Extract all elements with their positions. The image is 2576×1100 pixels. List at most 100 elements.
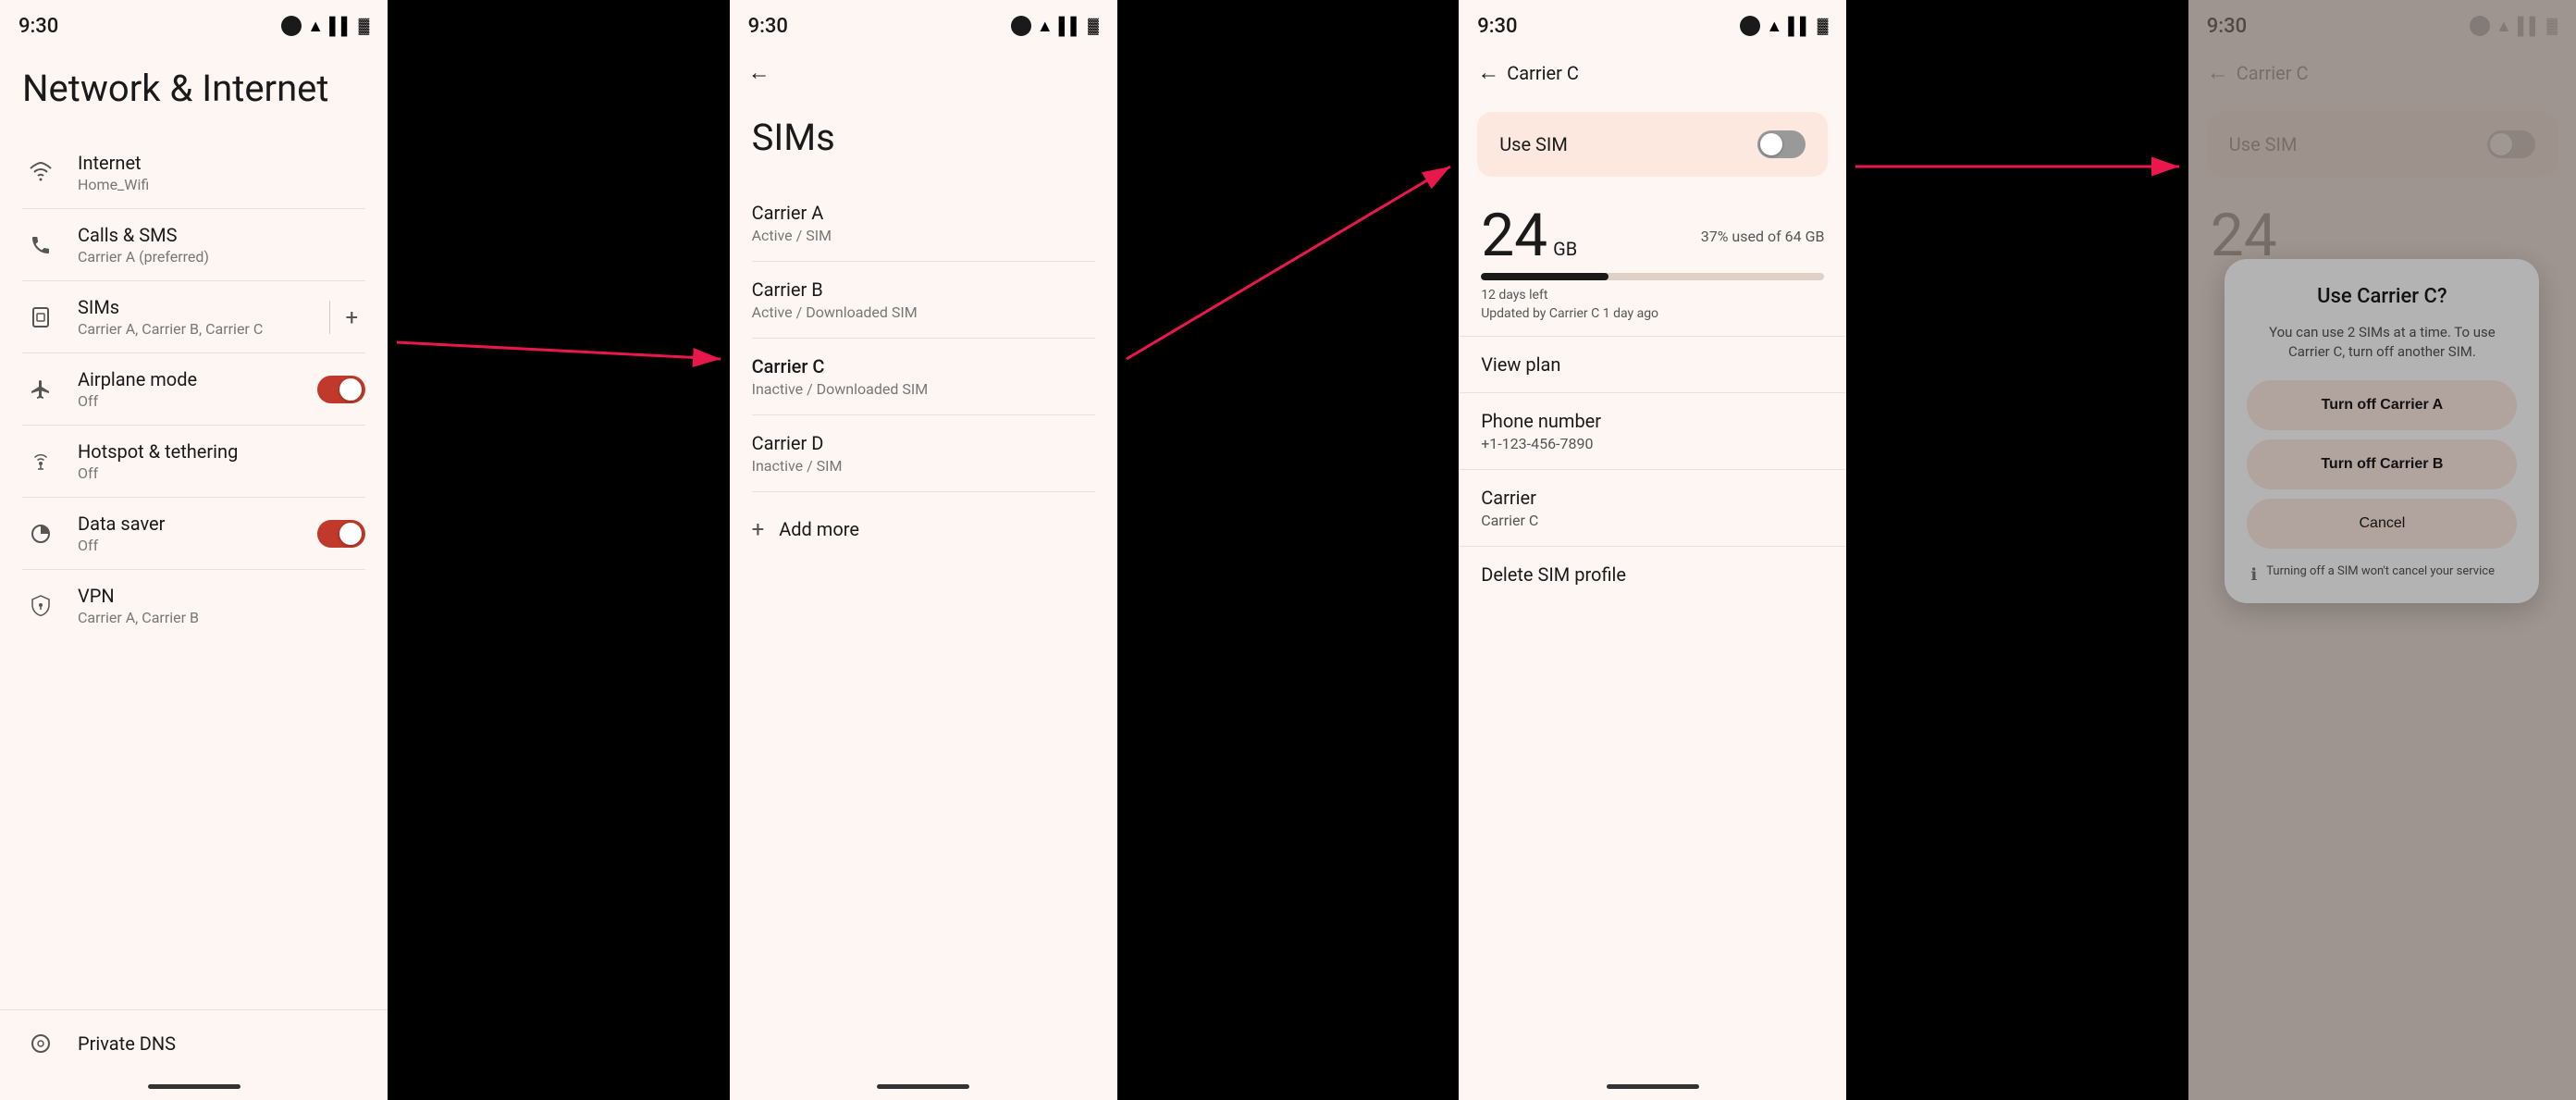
add-more-label: Add more: [779, 518, 859, 540]
data-updated: Updated by Carrier C 1 day ago: [1481, 306, 1824, 321]
view-plan-label: View plan: [1481, 353, 1824, 376]
airplane-toggle-knob: [339, 378, 362, 401]
add-sim-icon[interactable]: +: [338, 303, 365, 331]
battery-icon-1: ▓: [359, 17, 370, 35]
sims-label: SIMs: [78, 296, 311, 318]
camera-dot-3: [1740, 16, 1760, 36]
vertical-divider: [329, 301, 330, 334]
wifi-icon: [22, 154, 59, 192]
cancel-button[interactable]: Cancel: [2247, 499, 2517, 549]
sim-icon: [22, 299, 59, 336]
carrier-a-name: Carrier A: [752, 202, 1095, 224]
carrier-b-item[interactable]: Carrier B Active / Downloaded SIM: [730, 262, 1117, 338]
back-arrow-2: ←: [748, 59, 770, 86]
add-more-item[interactable]: + Add more: [730, 500, 1117, 559]
time-2: 9:30: [748, 15, 788, 38]
internet-item[interactable]: Internet Home_Wifi: [0, 137, 388, 208]
carrier-value: Carrier C: [1481, 512, 1824, 529]
turn-off-carrier-b-button[interactable]: Turn off Carrier B: [2247, 439, 2517, 489]
vpn-label: VPN: [78, 585, 365, 607]
data-usage-section: 24 GB 37% used of 64 GB 12 days left Upd…: [1459, 192, 1846, 336]
carrier-d-name: Carrier D: [752, 432, 1095, 454]
spacer-1: [388, 0, 729, 1100]
turn-off-carrier-a-button[interactable]: Turn off Carrier A: [2247, 380, 2517, 430]
panel-carrier-c-dialog: 9:30 ▲ ▌▌ ▓ ← Carrier C Use SIM 24 Use C…: [2188, 0, 2576, 1100]
datasaver-label: Data saver: [78, 513, 299, 535]
panel-network-internet: 9:30 ▲ ▌▌ ▓ Network & Internet Internet: [0, 0, 388, 1100]
signal-icon-3: ▌▌: [1788, 17, 1812, 36]
airplane-item[interactable]: Airplane mode Off: [0, 353, 388, 425]
hotspot-text: Hotspot & tethering Off: [78, 440, 365, 482]
status-icons-2: ▲ ▌▌ ▓: [1011, 16, 1099, 36]
airplane-toggle[interactable]: [317, 376, 365, 403]
data-unit: GB: [1553, 238, 1577, 260]
carrier-item[interactable]: Carrier Carrier C: [1459, 469, 1846, 546]
time-3: 9:30: [1477, 15, 1517, 38]
phone-number-value: +1-123-456-7890: [1481, 435, 1824, 452]
sims-text: SIMs Carrier A, Carrier B, Carrier C: [78, 296, 311, 338]
hotspot-item[interactable]: Hotspot & tethering Off: [0, 426, 388, 497]
carrier-c-name: Carrier C: [752, 355, 1095, 377]
arrow-2: [1117, 0, 1460, 1100]
use-sim-label: Use SIM: [1499, 133, 1568, 155]
status-bar-3: 9:30 ▲ ▌▌ ▓: [1459, 0, 1846, 48]
dialog-description: You can use 2 SIMs at a time. To use Car…: [2247, 323, 2517, 362]
calls-label: Calls & SMS: [78, 224, 365, 246]
sims-right: +: [329, 301, 365, 334]
dialog-footer: ℹ Turning off a SIM won't cancel your se…: [2247, 563, 2517, 585]
view-plan-item[interactable]: View plan: [1459, 336, 1846, 392]
vpn-text: VPN Carrier A, Carrier B: [78, 585, 365, 626]
wifi-icon-3: ▲: [1766, 17, 1782, 36]
carrier-a-item[interactable]: Carrier A Active / SIM: [730, 185, 1117, 261]
datasaver-sublabel: Off: [78, 537, 299, 554]
carrier-d-status: Inactive / SIM: [752, 457, 1095, 475]
hotspot-label: Hotspot & tethering: [78, 440, 365, 463]
datasaver-item[interactable]: Data saver Off: [0, 498, 388, 569]
sims-title: SIMs: [730, 97, 1117, 185]
arrow-3: [1846, 0, 2188, 1100]
private-dns-item[interactable]: Private DNS: [0, 1009, 388, 1077]
dialog-footer-text: Turning off a SIM won't cancel your serv…: [2266, 563, 2495, 580]
datasaver-text: Data saver Off: [78, 513, 299, 554]
datasaver-toggle[interactable]: [317, 520, 365, 548]
internet-label: Internet: [78, 152, 365, 174]
phone-number-item[interactable]: Phone number +1-123-456-7890: [1459, 392, 1846, 469]
use-sim-toggle[interactable]: [1757, 130, 1806, 158]
data-number: 24: [1481, 206, 1547, 266]
back-btn-3[interactable]: ← Carrier C: [1459, 48, 1846, 97]
status-icons-3: ▲ ▌▌ ▓: [1740, 16, 1828, 36]
carrier-label: Carrier: [1481, 487, 1824, 509]
internet-sublabel: Home_Wifi: [78, 176, 365, 193]
sims-sublabel: Carrier A, Carrier B, Carrier C: [78, 320, 311, 338]
hotspot-sublabel: Off: [78, 464, 365, 482]
phone-number-label: Phone number: [1481, 410, 1824, 432]
arrow-1: [388, 0, 730, 1100]
back-btn-2[interactable]: ←: [730, 48, 1117, 97]
data-bar-fill: [1481, 273, 1608, 280]
spacer-3: [1846, 0, 2188, 1100]
carrier-d-item[interactable]: Carrier D Inactive / SIM: [730, 415, 1117, 491]
delete-sim-label: Delete SIM profile: [1481, 563, 1824, 586]
page-title-1: Network & Internet: [0, 48, 388, 137]
divider: [752, 491, 1095, 492]
vpn-item[interactable]: VPN Carrier A, Carrier B: [0, 570, 388, 641]
battery-icon-3: ▓: [1818, 17, 1829, 35]
use-sim-card: Use SIM: [1477, 112, 1828, 177]
airplane-sublabel: Off: [78, 392, 299, 410]
delete-sim-item[interactable]: Delete SIM profile: [1459, 546, 1846, 602]
datasaver-icon: [22, 515, 59, 552]
settings-list: Internet Home_Wifi Calls & SMS Carrier A…: [0, 137, 388, 1009]
add-more-icon: +: [752, 516, 765, 542]
back-arrow-3: ←: [1477, 59, 1499, 86]
wifi-icon-2: ▲: [1037, 17, 1054, 36]
airplane-text: Airplane mode Off: [78, 368, 299, 410]
battery-icon-2: ▓: [1088, 17, 1099, 35]
calls-text: Calls & SMS Carrier A (preferred): [78, 224, 365, 266]
calls-sms-item[interactable]: Calls & SMS Carrier A (preferred): [0, 209, 388, 280]
carrier-c-item[interactable]: Carrier C Inactive / Downloaded SIM: [730, 339, 1117, 414]
info-icon: ℹ: [2250, 565, 2257, 585]
signal-icon-2: ▌▌: [1059, 17, 1083, 36]
sims-item[interactable]: SIMs Carrier A, Carrier B, Carrier C +: [0, 281, 388, 352]
camera-dot-2: [1011, 16, 1031, 36]
carrier-b-name: Carrier B: [752, 278, 1095, 301]
